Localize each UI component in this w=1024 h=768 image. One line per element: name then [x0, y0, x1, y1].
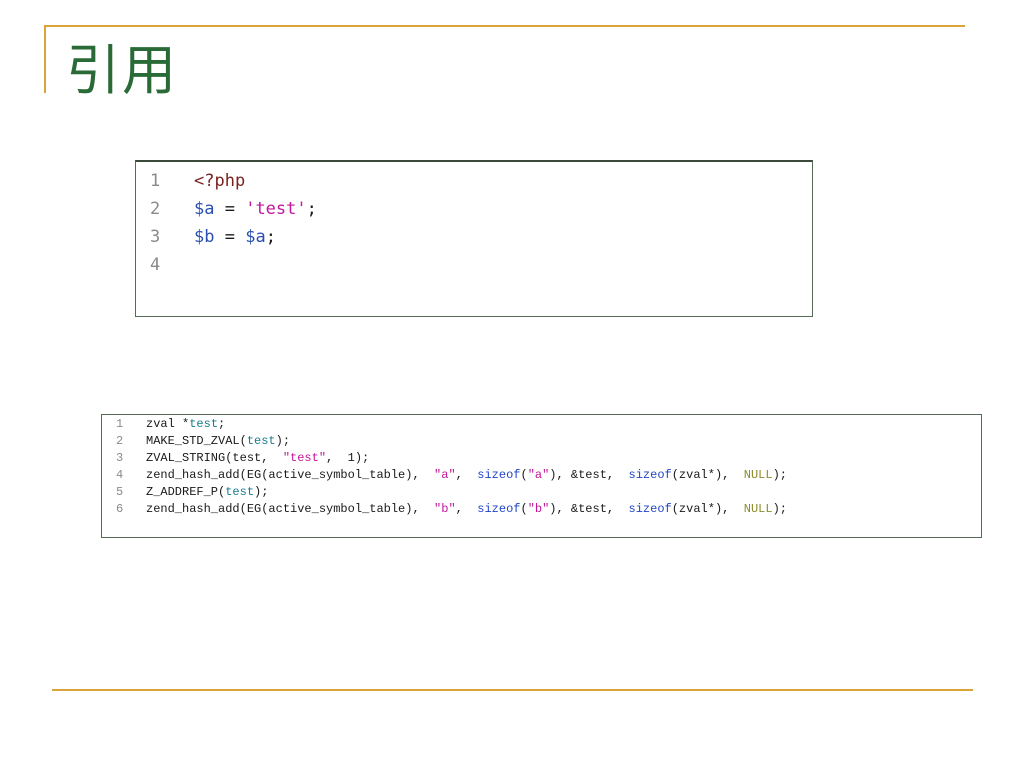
code-token: (	[520, 502, 528, 516]
code-token: $b	[194, 227, 215, 247]
line-number: 4	[150, 255, 161, 275]
code-token: );	[254, 485, 269, 499]
code-token: );	[772, 468, 787, 482]
code-token: , 1);	[326, 451, 370, 465]
code-token: =	[214, 199, 246, 219]
code-line: 1 zval *test;	[102, 416, 225, 433]
code-token: test	[189, 417, 219, 431]
code-token: ,	[455, 468, 478, 482]
slide-title: 引用	[66, 39, 178, 102]
code-token: ;	[265, 227, 276, 247]
code-token: NULL	[743, 468, 773, 482]
code-line: 3 $b = $a;	[136, 223, 276, 251]
c-code-block: 1 zval *test; 2 MAKE_STD_ZVAL(test); 3 ZVAL_S…	[101, 414, 982, 538]
code-line: 4 zend_hash_add(EG(active_symbol_table), …	[102, 467, 787, 484]
code-token: "b"	[527, 502, 550, 516]
code-token: ;	[218, 417, 226, 431]
line-number: 3	[116, 451, 124, 465]
code-token: "b"	[434, 502, 456, 516]
code-line: 6 zend_hash_add(EG(active_symbol_table), …	[102, 501, 787, 518]
code-token: ,	[455, 502, 478, 516]
code-token: (zval*),	[671, 502, 744, 516]
line-number: 2	[116, 434, 124, 448]
code-token: ), &test,	[549, 468, 629, 482]
code-line: 2 MAKE_STD_ZVAL(test);	[102, 433, 290, 450]
code-line: 5 Z_ADDREF_P(test);	[102, 484, 268, 501]
code-token: );	[772, 502, 787, 516]
code-token: "a"	[527, 468, 550, 482]
code-token: ), &test,	[549, 502, 629, 516]
code-token: test	[246, 434, 276, 448]
code-token: zend_hash_add(EG(active_symbol_table),	[146, 502, 435, 516]
top-accent-rule	[44, 25, 965, 27]
code-token: "a"	[434, 468, 456, 482]
code-token: 'test'	[245, 199, 307, 219]
line-number: 6	[116, 502, 124, 516]
code-token: );	[275, 434, 291, 448]
line-number: 4	[116, 468, 124, 482]
code-line: 3 ZVAL_STRING(test, "test", 1);	[102, 450, 369, 467]
line-number: 1	[150, 171, 161, 191]
code-token: Z_ADDREF_P(	[146, 485, 226, 499]
line-number: 3	[150, 227, 161, 247]
code-token: sizeof	[477, 502, 521, 516]
php-code-block: 1 <?php 2 $a = 'test'; 3 $b = $a; 4	[135, 160, 813, 317]
code-token: <?php	[194, 171, 246, 191]
code-token: sizeof	[477, 468, 521, 482]
code-token: =	[214, 227, 246, 247]
code-token: zval *	[146, 417, 190, 431]
bottom-accent-rule	[52, 689, 973, 691]
code-token: "test"	[282, 451, 327, 465]
code-token: $a	[245, 227, 266, 247]
code-token: $a	[194, 199, 215, 219]
code-token: test	[225, 485, 255, 499]
line-number: 5	[116, 485, 124, 499]
code-token: (	[520, 468, 528, 482]
line-number: 1	[116, 417, 124, 431]
code-line: 4	[136, 251, 194, 279]
line-number: 2	[150, 199, 161, 219]
code-line: 2 $a = 'test';	[136, 195, 317, 223]
code-token: sizeof	[628, 502, 672, 516]
code-token: NULL	[743, 502, 773, 516]
code-token: ZVAL_STRING(test,	[146, 451, 283, 465]
code-line: 1 <?php	[136, 167, 245, 195]
code-token: sizeof	[628, 468, 672, 482]
code-token: MAKE_STD_ZVAL(	[146, 434, 247, 448]
code-token: ;	[306, 199, 317, 219]
code-token: zend_hash_add(EG(active_symbol_table),	[146, 468, 435, 482]
code-token: (zval*),	[671, 468, 744, 482]
left-accent-rule	[44, 25, 46, 93]
